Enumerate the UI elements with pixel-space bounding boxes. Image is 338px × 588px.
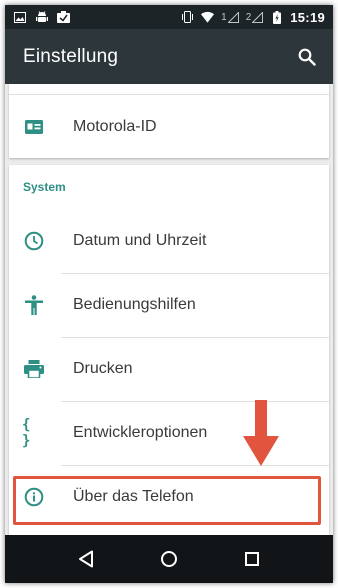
system-card: System Datum und Uhrzeit Bedienungshilfe… <box>9 165 329 535</box>
settings-item-label: Datum und Uhrzeit <box>73 232 207 249</box>
settings-item-bedienungshilfen[interactable]: Bedienungshilfen <box>9 273 329 337</box>
settings-item-label: Drucken <box>73 360 133 377</box>
clock-time: 15:19 <box>290 9 325 25</box>
recents-icon[interactable] <box>232 539 272 579</box>
signal-icon <box>227 11 239 23</box>
settings-item-drucken[interactable]: Drucken <box>9 337 329 401</box>
settings-item-motorola-id[interactable]: Motorola-ID <box>9 95 329 159</box>
page-title: Einstellung <box>23 45 119 67</box>
sim1-label: 1 <box>221 11 227 23</box>
wifi-icon <box>201 11 215 24</box>
settings-item-datum-uhrzeit[interactable]: Datum und Uhrzeit <box>9 209 329 273</box>
printer-icon <box>22 357 46 381</box>
phone-screen: 1 2 15:19 Einstellung Motorola-ID System… <box>5 5 333 583</box>
image-icon <box>13 11 26 24</box>
status-bar: 1 2 15:19 <box>5 5 333 29</box>
settings-item-ueber-das-telefon[interactable]: Über das Telefon <box>9 465 329 529</box>
app-bar: Einstellung <box>5 29 333 84</box>
accessibility-icon <box>22 293 46 317</box>
settings-list[interactable]: Motorola-ID System Datum und Uhrzeit Bed… <box>5 84 333 535</box>
section-header-system: System <box>23 180 66 194</box>
id-card-icon <box>22 115 46 139</box>
search-icon[interactable] <box>295 45 319 69</box>
settings-item-label: Bedienungshilfen <box>73 296 196 313</box>
curly-braces-icon: { } <box>22 417 31 449</box>
back-icon[interactable] <box>66 539 106 579</box>
sim1-signal: 1 <box>221 11 239 23</box>
clock-icon <box>22 229 46 253</box>
home-icon[interactable] <box>149 539 189 579</box>
settings-item-label: Über das Telefon <box>73 488 194 505</box>
sim2-label: 2 <box>245 11 252 23</box>
android-debug-icon <box>35 10 48 24</box>
sync-notification-icon <box>57 11 70 24</box>
battery-icon <box>270 10 283 24</box>
settings-item-entwickleroptionen[interactable]: { } Entwickleroptionen <box>9 401 329 465</box>
signal-icon <box>252 11 264 23</box>
sim2-signal: 2 <box>245 11 264 23</box>
vibrate-icon <box>181 11 194 24</box>
settings-item-label: Motorola-ID <box>73 118 157 135</box>
settings-item-label: Entwickleroptionen <box>73 424 208 441</box>
info-icon <box>22 485 46 509</box>
top-card: Motorola-ID <box>9 84 329 158</box>
navigation-bar <box>5 535 333 583</box>
